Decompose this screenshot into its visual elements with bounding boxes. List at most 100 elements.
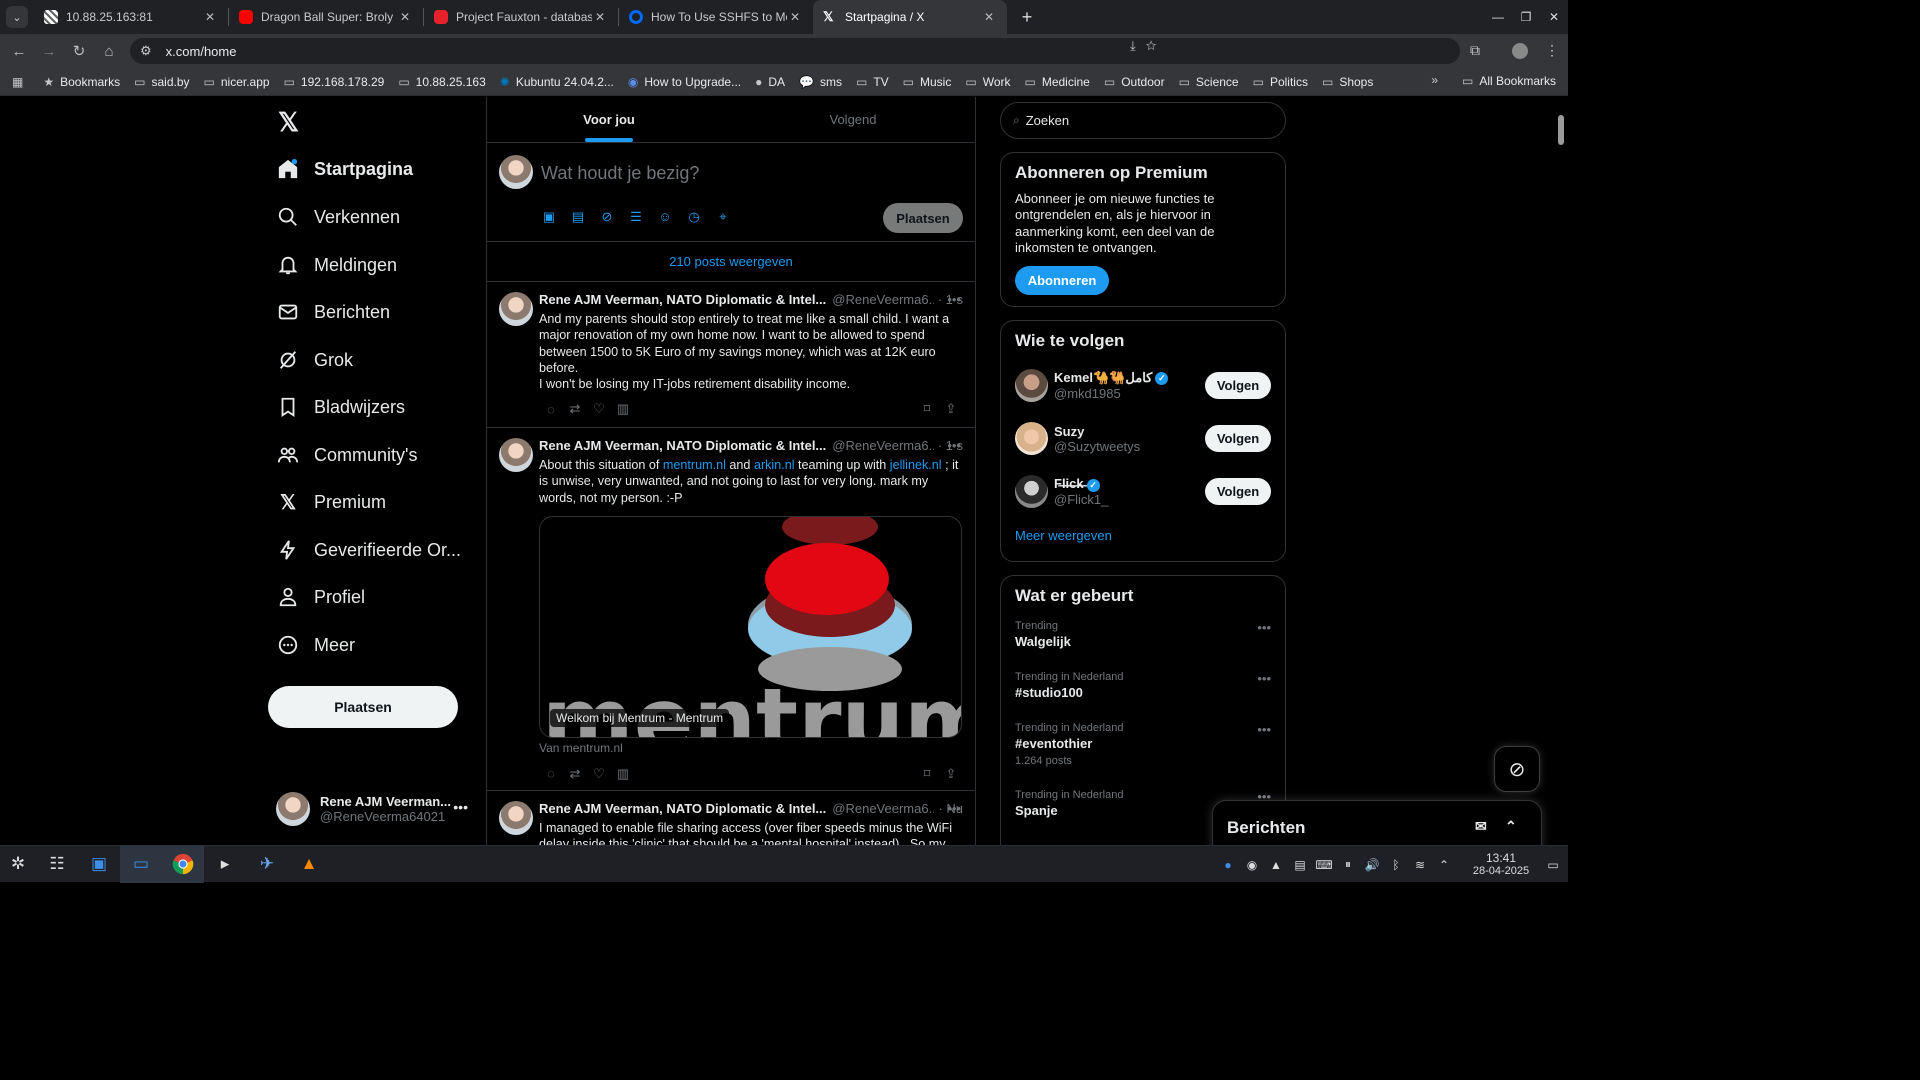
location-icon[interactable]: ⌖ <box>715 209 731 225</box>
menu-kebab-icon[interactable]: ⋮ <box>1545 42 1559 59</box>
back-icon[interactable]: ← <box>4 43 34 60</box>
nav-home[interactable]: Startpagina <box>276 149 413 189</box>
nav-explore[interactable]: Verkennen <box>276 197 400 237</box>
bookmark-item[interactable]: ▭ Medicine <box>1024 75 1089 89</box>
retweet-icon[interactable]: ⇄ <box>563 766 587 782</box>
trend-more-icon[interactable]: ••• <box>1257 722 1271 737</box>
expand-drawer-icon[interactable]: ⌃ <box>1505 818 1517 835</box>
x-logo-icon[interactable]: 𝕏 <box>278 107 299 138</box>
follow-suggestion[interactable]: F̶l̶i̶c̶k̶ ✓ @Flick1_ Volgen <box>1015 465 1271 518</box>
trend-item[interactable]: Trending Walgelijk ••• <box>1015 620 1271 671</box>
like-icon[interactable]: ♡ <box>587 401 611 417</box>
bookmark-item[interactable]: ▭ TV <box>856 75 889 89</box>
site-info-icon[interactable]: ⚙ <box>140 43 152 59</box>
trend-item[interactable]: Trending in Nederland #eventothier 1.264… <box>1015 722 1271 789</box>
bookmarks-overflow-icon[interactable]: » <box>1431 73 1438 87</box>
bookmark-item[interactable]: 💬 sms <box>799 75 842 89</box>
browser-tab[interactable]: How To Use SSHFS to Moun ✕ <box>619 0 813 34</box>
store-icon[interactable]: ▣ <box>78 846 120 883</box>
bookmark-item[interactable]: ▭ 10.88.25.163 <box>398 75 485 89</box>
follow-suggestion[interactable]: Kemel🐪🐫كامل ✓ @mkd1985 Volgen <box>1015 359 1271 412</box>
terminal-icon[interactable]: ▸ <box>204 846 246 883</box>
nav-bookmarks[interactable]: Bladwijzers <box>276 387 405 427</box>
bookmark-item[interactable]: ▭ Work <box>965 75 1010 89</box>
trend-item[interactable]: Trending in Nederland #studio100 ••• <box>1015 671 1271 722</box>
nav-premium[interactable]: 𝕏 Premium <box>276 482 386 522</box>
home-button-icon[interactable]: ⌂ <box>94 43 124 60</box>
tweet-link[interactable]: arkin.nl <box>754 458 795 472</box>
account-more-icon[interactable]: ••• <box>453 799 468 815</box>
avatar[interactable] <box>1015 475 1048 508</box>
clock[interactable]: 13:41 28-04-2025 <box>1464 851 1538 878</box>
nav-communities[interactable]: Community's <box>276 435 417 475</box>
poll-icon[interactable]: ☰ <box>628 209 644 225</box>
browser-tab[interactable]: 10.88.25.163:81 ✕ <box>34 0 228 34</box>
nav-more[interactable]: Meer <box>276 625 355 665</box>
vlc-icon[interactable]: ▲ <box>288 846 330 883</box>
nav-verified-orgs[interactable]: Geverifieerde Or... <box>276 530 461 570</box>
tab-search-dropdown-icon[interactable]: ⌄ <box>6 6 28 28</box>
file-manager-icon[interactable]: ▭ <box>120 845 162 883</box>
author-handle[interactable]: @ReneVeerma6... <box>832 292 933 309</box>
maximize-icon[interactable]: ❐ <box>1512 10 1540 24</box>
bookmark-item[interactable]: ▭ nicer.app <box>204 75 270 89</box>
author-name[interactable]: Rene AJM Veerman, NATO Diplomatic & Inte… <box>539 292 826 309</box>
bookmark-item[interactable]: ● DA <box>755 75 785 89</box>
follow-button[interactable]: Volgen <box>1205 372 1271 399</box>
filezilla-icon[interactable]: ✈ <box>246 846 288 883</box>
vpn-icon[interactable]: ▲ <box>1264 858 1288 872</box>
author-handle[interactable]: @ReneVeerma6... <box>832 438 933 455</box>
scrollbar-thumb[interactable] <box>1558 115 1564 145</box>
author-name[interactable]: Rene AJM Veerman, NATO Diplomatic & Inte… <box>539 438 826 455</box>
bookmark-item[interactable]: ▭ 192.168.178.29 <box>284 75 385 89</box>
bookmark-item[interactable]: ▭ Shops <box>1322 75 1373 89</box>
tweet-more-icon[interactable]: ••• <box>947 801 961 816</box>
bookmark-item[interactable]: ▭ Outdoor <box>1104 75 1165 89</box>
media-icon[interactable]: ⏸ <box>1336 857 1360 872</box>
keyboard-icon[interactable]: ⌨ <box>1312 858 1336 872</box>
tweet-more-icon[interactable]: ••• <box>947 438 961 453</box>
user-name[interactable]: Suzy <box>1054 424 1140 439</box>
avatar[interactable] <box>499 438 533 472</box>
subscribe-button[interactable]: Abonneren <box>1015 266 1109 296</box>
volume-icon[interactable]: 🔊 <box>1360 858 1384 872</box>
search-input[interactable]: ⌕ Zoeken <box>1000 102 1286 139</box>
views-icon[interactable]: ▥ <box>611 401 635 417</box>
post-button[interactable]: Plaatsen <box>268 686 458 728</box>
browser-tab[interactable]: Project Fauxton - database ✕ <box>424 0 618 34</box>
bookmark-item[interactable]: ▭ said.by <box>134 75 189 89</box>
tray-expand-icon[interactable]: ⌃ <box>1432 858 1456 872</box>
close-tab-icon[interactable]: ✕ <box>397 10 413 24</box>
follow-button[interactable]: Volgen <box>1205 478 1271 505</box>
forward-icon[interactable]: → <box>34 43 64 60</box>
show-new-posts[interactable]: 210 posts weergeven <box>487 242 975 282</box>
reply-icon[interactable]: ◌ <box>539 766 563 781</box>
user-name[interactable]: Kemel🐪🐫كامل <box>1054 370 1152 385</box>
bookmark-item[interactable]: ◉ How to Upgrade... <box>628 75 741 89</box>
avatar[interactable] <box>1015 422 1048 455</box>
user-name[interactable]: F̶l̶i̶c̶k̶ <box>1054 476 1084 491</box>
emoji-icon[interactable]: ☺ <box>657 209 673 225</box>
nav-notifications[interactable]: Meldingen <box>276 245 397 285</box>
avatar[interactable] <box>499 292 533 326</box>
retweet-icon[interactable]: ⇄ <box>563 401 587 417</box>
chrome-icon[interactable] <box>162 845 204 883</box>
grok-floating-button[interactable]: ⊘ <box>1494 746 1540 792</box>
trend-more-icon[interactable]: ••• <box>1257 671 1271 686</box>
extensions-icon[interactable]: ⧉ <box>1470 42 1480 59</box>
trend-more-icon[interactable]: ••• <box>1257 620 1271 635</box>
tweet-link[interactable]: jellinek.nl <box>890 458 942 472</box>
close-tab-icon[interactable]: ✕ <box>202 10 218 24</box>
bookmark-icon[interactable]: ⌑ <box>915 401 939 417</box>
minimize-icon[interactable]: — <box>1484 10 1512 24</box>
link-card[interactable]: mentrum Welkom bij Mentrum - Mentrum <box>539 515 962 738</box>
browser-tab-active[interactable]: 𝕏 Startpagina / X ✕ <box>813 0 1007 34</box>
new-tab-icon[interactable]: + <box>1013 7 1041 28</box>
views-icon[interactable]: ▥ <box>611 766 635 782</box>
show-more-link[interactable]: Meer weergeven <box>1015 528 1271 543</box>
close-tab-icon[interactable]: ✕ <box>981 10 997 24</box>
nav-messages[interactable]: Berichten <box>276 292 390 332</box>
bluetooth-icon[interactable]: ᛒ <box>1384 858 1408 872</box>
apps-grid-icon[interactable]: ▦ <box>12 75 29 89</box>
like-icon[interactable]: ♡ <box>587 766 611 782</box>
